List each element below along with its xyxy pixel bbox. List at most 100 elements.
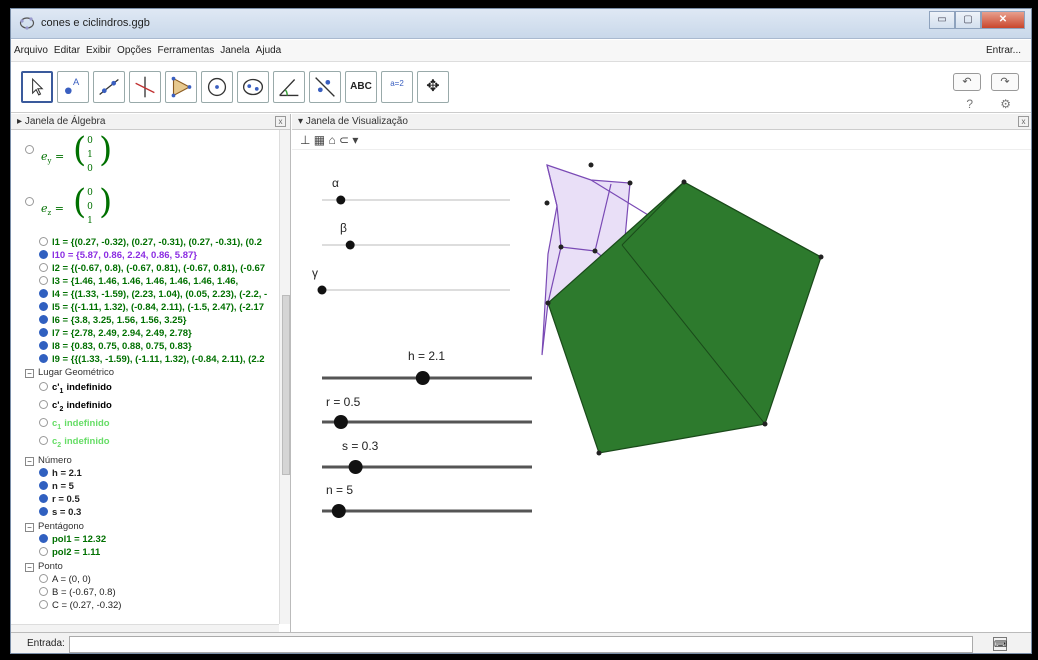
menu-ajuda[interactable]: Ajuda [253, 40, 285, 62]
group-ponto[interactable]: − Ponto [25, 560, 63, 573]
group-pentagono[interactable]: − Pentágono [25, 520, 84, 533]
number-s[interactable]: s = 0.3 [39, 506, 81, 519]
number-n[interactable]: n = 5 [39, 480, 74, 493]
scroll-thumb[interactable] [282, 295, 290, 475]
visibility-toggle[interactable] [39, 341, 48, 350]
visibility-toggle[interactable] [39, 436, 48, 445]
polygon-pol2[interactable]: pol2 = 1.11 [39, 546, 100, 559]
visibility-toggle[interactable] [39, 481, 48, 490]
visibility-toggle[interactable] [39, 354, 48, 363]
algebra-close-button[interactable]: x [275, 116, 286, 127]
slider-handle[interactable] [336, 195, 346, 205]
drawing-canvas[interactable]: α β γ h = 2.1 r = 0.5 s = 0.3 n = 5 [292, 150, 1032, 632]
collapse-icon[interactable]: − [25, 563, 34, 572]
move-tool-button[interactable] [21, 71, 53, 103]
menu-janela[interactable]: Janela [217, 40, 252, 62]
visibility-toggle[interactable] [39, 587, 48, 596]
collapse-icon[interactable]: − [25, 523, 34, 532]
visibility-toggle[interactable] [39, 276, 48, 285]
group-numero[interactable]: − Número [25, 454, 72, 467]
visibility-toggle[interactable] [39, 263, 48, 272]
graphics-close-button[interactable]: x [1018, 116, 1029, 127]
number-r[interactable]: r = 0.5 [39, 493, 80, 506]
locus-item[interactable]: c2 indefinido [39, 435, 110, 449]
list-item[interactable]: l3 = {1.46, 1.46, 1.46, 1.46, 1.46, 1.46… [39, 275, 238, 288]
point-b[interactable]: B = (-0.67, 0.8) [39, 586, 116, 599]
locus-item[interactable]: c1 indefinido [39, 417, 110, 431]
visibility-toggle[interactable] [39, 418, 48, 427]
group-lugar-geometrico[interactable]: − Lugar Geométrico [25, 366, 114, 379]
graphics-style-bar[interactable]: ⊥ ▦ ⌂ ⊂ ▾ [292, 130, 1031, 150]
slider-handle[interactable] [348, 460, 363, 474]
visibility-toggle[interactable] [25, 145, 34, 154]
angle-tool-button[interactable] [273, 71, 305, 103]
move-graphics-tool-button[interactable]: ✥ [417, 71, 449, 103]
visibility-toggle[interactable] [39, 328, 48, 337]
algebra-horizontal-scrollbar[interactable] [11, 624, 279, 632]
line-tool-button[interactable] [93, 71, 125, 103]
visibility-toggle[interactable] [39, 382, 48, 391]
vector-ey[interactable] [25, 144, 38, 157]
list-item[interactable]: l6 = {3.8, 3.25, 1.56, 1.56, 3.25} [39, 314, 186, 327]
visibility-toggle[interactable] [39, 400, 48, 409]
list-item[interactable]: l5 = {(-1.11, 1.32), (-0.84, 2.11), (-1.… [39, 301, 264, 314]
list-item[interactable]: l8 = {0.83, 0.75, 0.88, 0.75, 0.83} [39, 340, 192, 353]
minimize-button[interactable]: ▭ [929, 11, 955, 29]
visibility-toggle[interactable] [39, 574, 48, 583]
locus-item[interactable]: c'1 indefinido [39, 381, 112, 395]
slider-handle[interactable] [331, 504, 346, 518]
locus-item[interactable]: c'2 indefinido [39, 399, 112, 413]
algebra-vertical-scrollbar[interactable] [279, 130, 290, 624]
input-field[interactable] [69, 636, 973, 653]
reflect-tool-button[interactable] [309, 71, 341, 103]
list-item[interactable]: l4 = {(1.33, -1.59), (2.23, 1.04), (0.05… [39, 288, 267, 301]
close-button[interactable]: ✕ [981, 11, 1025, 29]
menu-exibir[interactable]: Exibir [83, 40, 114, 62]
visibility-toggle[interactable] [39, 600, 48, 609]
settings-gear-icon[interactable]: ⚙ [1000, 97, 1011, 111]
list-item[interactable]: l7 = {2.78, 2.49, 2.94, 2.49, 2.78} [39, 327, 192, 340]
keyboard-icon[interactable]: ⌨ [993, 637, 1007, 651]
slider-handle[interactable] [415, 371, 430, 385]
visibility-toggle[interactable] [39, 494, 48, 503]
visibility-toggle[interactable] [39, 507, 48, 516]
point-a[interactable]: A = (0, 0) [39, 573, 91, 586]
perpendicular-tool-button[interactable] [129, 71, 161, 103]
visibility-toggle[interactable] [39, 534, 48, 543]
slider-tool-button[interactable]: a=2 [381, 71, 413, 103]
list-item[interactable]: l10 = {5.87, 0.86, 2.24, 0.86, 5.87} [39, 249, 197, 262]
slider-handle[interactable] [317, 285, 327, 295]
menu-ferramentas[interactable]: Ferramentas [155, 40, 218, 62]
redo-button[interactable]: ↷ [991, 73, 1019, 91]
help-icon[interactable]: ? [966, 97, 973, 111]
visibility-toggle[interactable] [39, 237, 48, 246]
collapse-icon[interactable]: − [25, 457, 34, 466]
visibility-toggle[interactable] [39, 468, 48, 477]
circle-tool-button[interactable] [201, 71, 233, 103]
list-item[interactable]: l1 = {(0.27, -0.32), (0.27, -0.31), (0.2… [39, 236, 262, 249]
polygon-pol1[interactable]: pol1 = 12.32 [39, 533, 106, 546]
maximize-button[interactable]: ▢ [955, 11, 981, 29]
collapse-icon[interactable]: − [25, 369, 34, 378]
menu-arquivo[interactable]: Arquivo [11, 40, 51, 62]
visibility-toggle[interactable] [39, 289, 48, 298]
polygon-tool-button[interactable] [165, 71, 197, 103]
menu-opcoes[interactable]: Opções [114, 40, 154, 62]
menu-editar[interactable]: Editar [51, 40, 83, 62]
conic-tool-button[interactable] [237, 71, 269, 103]
list-item[interactable]: l9 = {{(1.33, -1.59), (-1.11, 1.32), (-0… [39, 353, 265, 366]
text-tool-button[interactable]: ABC [345, 71, 377, 103]
list-item[interactable]: l2 = {(-0.67, 0.8), (-0.67, 0.81), (-0.6… [39, 262, 265, 275]
slider-handle[interactable] [345, 240, 355, 250]
slider-handle[interactable] [333, 415, 348, 429]
vector-ez[interactable] [25, 196, 38, 209]
visibility-toggle[interactable] [39, 315, 48, 324]
visibility-toggle[interactable] [25, 197, 34, 206]
point-c[interactable]: C = (0.27, -0.32) [39, 599, 121, 612]
point-tool-button[interactable]: A [57, 71, 89, 103]
signin-link[interactable]: Entrar... [986, 40, 1021, 62]
undo-button[interactable]: ↶ [953, 73, 981, 91]
number-h[interactable]: h = 2.1 [39, 467, 82, 480]
visibility-toggle[interactable] [39, 250, 48, 259]
visibility-toggle[interactable] [39, 302, 48, 311]
